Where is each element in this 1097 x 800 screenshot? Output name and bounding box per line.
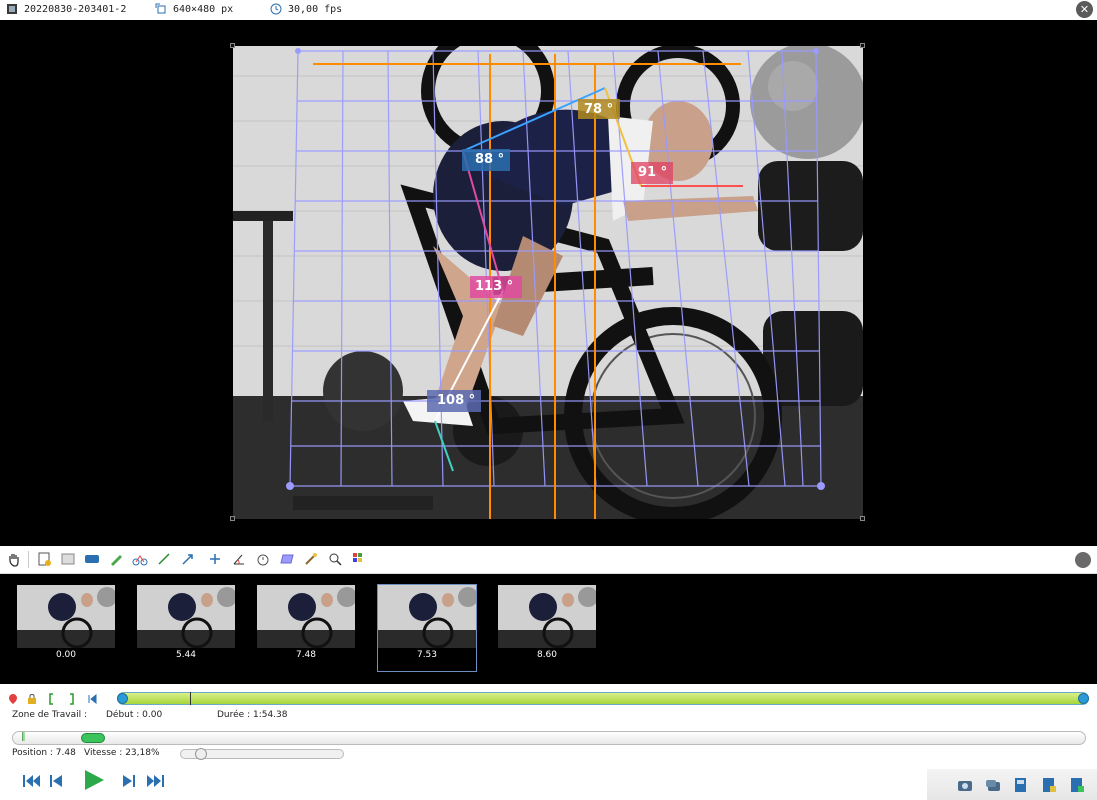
export-toolbar — [927, 769, 1097, 800]
position-slider-thumb[interactable] — [81, 733, 105, 743]
keyframe-time-label: 8.60 — [536, 650, 558, 660]
chrono-icon[interactable] — [255, 551, 271, 567]
working-zone-label: Zone de Travail : — [12, 710, 88, 720]
angle-label-elbow[interactable]: 91 ° — [638, 165, 667, 180]
frame-corner-handle[interactable] — [860, 516, 865, 521]
grid-tool-icon[interactable] — [279, 551, 295, 567]
drawing-toolbar — [0, 546, 1097, 574]
lock-icon[interactable] — [27, 693, 37, 705]
angle-label-hip[interactable]: 88 ° — [475, 152, 504, 167]
export-video-icon[interactable] — [1013, 777, 1029, 793]
angle-label-shoulder[interactable]: 78 ° — [584, 102, 613, 117]
goto-start-zone-icon[interactable] — [87, 693, 97, 705]
position-label: Position : 7.48 — [12, 748, 76, 758]
close-icon[interactable]: ✕ — [1076, 1, 1093, 18]
set-start-bracket-icon[interactable] — [47, 693, 57, 705]
frame-corner-handle[interactable] — [230, 516, 235, 521]
new-keyframe-icon[interactable] — [36, 551, 52, 567]
speed-label: Vitesse : 23,18% — [84, 748, 160, 758]
snapshot-camera-icon[interactable] — [957, 777, 973, 793]
clock-icon — [270, 3, 282, 15]
save-video-icon[interactable] — [1069, 777, 1085, 793]
keyframe-time-label: 7.48 — [295, 650, 317, 660]
keyframe-strip: 0.00 5.44 7.48 7.53 8.60 — [0, 574, 1097, 684]
speed-slider-knob[interactable] — [195, 748, 207, 760]
framerate-info: 30,00 fps — [270, 3, 342, 15]
filename-info: 20220830-203401-2 — [6, 3, 126, 15]
line-tool-icon[interactable] — [156, 551, 172, 567]
export-data-icon[interactable] — [1041, 777, 1057, 793]
zone-start-tick: ‖ — [21, 732, 26, 742]
kinovea-player-window: 20220830-203401-2 640×480 px 30,00 fps ✕ — [0, 0, 1097, 800]
working-zone-start-handle[interactable] — [117, 693, 128, 704]
magnifier-icon[interactable] — [327, 551, 343, 567]
working-zone-start: Début : 0.00 — [106, 710, 163, 720]
hand-tool-icon[interactable] — [6, 551, 22, 567]
keyframe-time-label: 5.44 — [175, 650, 197, 660]
speed-slider[interactable] — [180, 748, 344, 760]
keyframe-time-label: 7.53 — [416, 650, 438, 660]
filename-label: 20220830-203401-2 — [24, 3, 127, 15]
info-bar: 20220830-203401-2 640×480 px 30,00 fps ✕ — [0, 0, 1097, 20]
angle-tool-icon[interactable] — [231, 551, 247, 567]
angle-label-ankle[interactable]: 108 ° — [437, 393, 475, 408]
resolution-label: 640×480 px — [173, 3, 234, 15]
keyframe-thumbnail[interactable]: 7.48 — [257, 585, 355, 660]
set-end-bracket-icon[interactable] — [66, 693, 76, 705]
multi-snapshot-icon[interactable] — [985, 777, 1001, 793]
position-slider[interactable]: ‖ — [12, 731, 1086, 745]
step-forward-icon[interactable] — [122, 773, 136, 789]
video-frame-image — [233, 46, 863, 519]
marker-icon[interactable] — [8, 693, 18, 705]
bike-fit-icon[interactable] — [132, 551, 148, 567]
film-icon — [7, 4, 17, 14]
framerate-label: 30,00 fps — [288, 3, 343, 15]
skip-to-start-icon[interactable] — [22, 773, 42, 789]
frame-corner-handle[interactable] — [230, 43, 235, 48]
working-zone-bar[interactable] — [117, 692, 1089, 705]
pencil-icon[interactable] — [108, 551, 124, 567]
comment-icon[interactable] — [60, 551, 76, 567]
skip-to-end-icon[interactable] — [145, 773, 165, 789]
resize-icon — [155, 3, 166, 14]
keyframe-thumbnail[interactable]: 5.44 — [137, 585, 235, 660]
step-back-icon[interactable] — [49, 773, 63, 789]
video-viewport[interactable]: 78 ° 88 ° 91 ° 113 ° 108 ° — [0, 20, 1097, 546]
keyframe-thumbnail[interactable]: 0.00 — [17, 585, 115, 660]
working-zone-duration: Durée : 1:54.38 — [217, 710, 288, 720]
chevron-down-icon[interactable] — [1075, 552, 1091, 568]
working-zone-end-handle[interactable] — [1078, 693, 1089, 704]
video-frame[interactable]: 78 ° 88 ° 91 ° 113 ° 108 ° — [233, 46, 863, 519]
keyframe-thumbnail[interactable]: 8.60 — [498, 585, 596, 660]
arrow-tool-icon[interactable] — [180, 551, 196, 567]
angle-label-knee[interactable]: 113 ° — [475, 279, 513, 294]
frame-corner-handle[interactable] — [860, 43, 865, 48]
keyframe-thumbnail-selected[interactable]: 7.53 — [377, 584, 477, 672]
resolution-info: 640×480 px — [155, 3, 233, 15]
label-tool-icon[interactable] — [84, 551, 100, 567]
color-palette-icon[interactable] — [351, 551, 367, 567]
playback-controls: Zone de Travail : Début : 0.00 Durée : 1… — [0, 684, 1097, 800]
magic-wand-icon[interactable] — [303, 551, 319, 567]
play-icon[interactable] — [82, 768, 106, 792]
keyframe-time-label: 0.00 — [55, 650, 77, 660]
working-zone-cursor — [190, 692, 191, 705]
cross-marker-icon[interactable] — [207, 551, 223, 567]
